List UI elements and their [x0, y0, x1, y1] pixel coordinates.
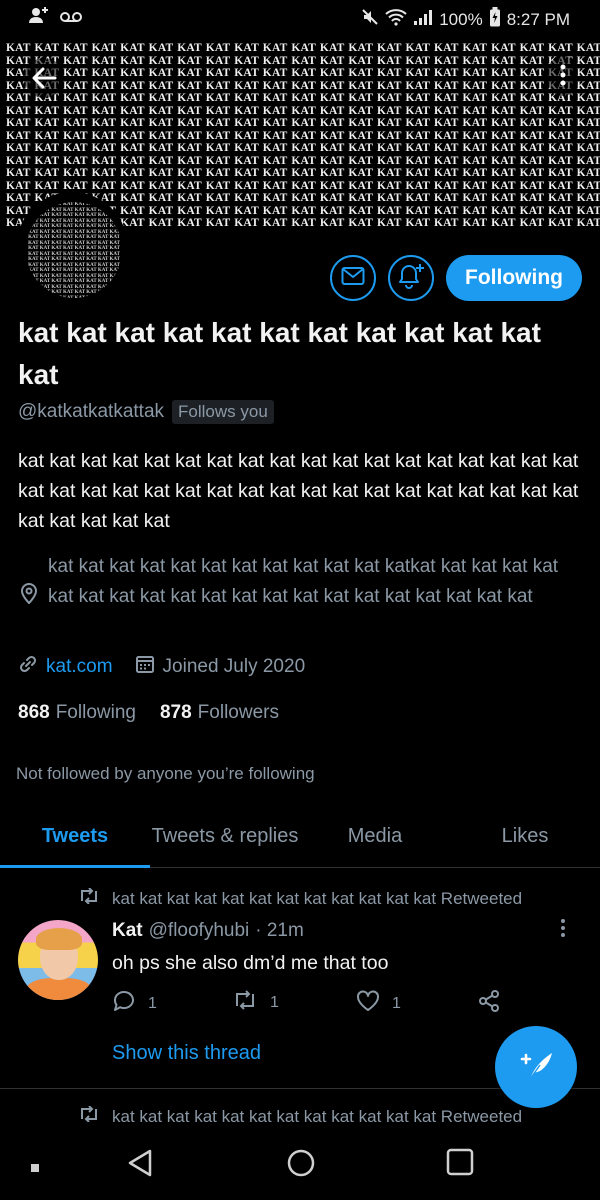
profile-bio: kat kat kat kat kat kat kat kat kat kat … — [18, 450, 579, 532]
follow-counts: 868 Following 878 Followers — [18, 702, 279, 724]
tweet-actions: 1 1 1 — [112, 990, 512, 1022]
tweet-author-avatar[interactable] — [18, 920, 98, 1000]
avatar-shirt — [26, 978, 92, 1000]
followers-count: 878 — [159, 702, 192, 723]
location-pin-icon — [20, 582, 38, 609]
triangle-back-icon — [126, 1149, 154, 1182]
reply-button[interactable]: 1 — [112, 990, 157, 1017]
tab-media[interactable]: Media — [300, 808, 450, 867]
signal-icon — [413, 8, 433, 31]
retweet-button[interactable]: 1 — [232, 990, 279, 1015]
retweet-icon — [232, 990, 258, 1015]
retweeted-by-text: kat kat kat kat kat kat kat kat kat kat … — [112, 888, 523, 908]
message-button[interactable] — [330, 255, 376, 301]
mail-icon — [341, 266, 365, 291]
tweet-author-handle: @floofyhubi — [148, 920, 250, 941]
battery-icon — [489, 7, 501, 32]
nav-home-button[interactable] — [286, 1148, 316, 1183]
tab-tweets-replies[interactable]: Tweets & replies — [150, 808, 300, 867]
bell-plus-icon — [396, 262, 426, 295]
nav-back-button[interactable] — [126, 1148, 154, 1183]
mute-icon — [361, 8, 379, 31]
retweet-indicator-2: kat kat kat kat kat kat kat kat kat kat … — [78, 1105, 523, 1127]
square-recents-icon — [446, 1148, 474, 1180]
followers-count-link[interactable]: 878 Followers — [160, 702, 279, 724]
clock: 8:27 PM — [506, 9, 570, 29]
retweet-count: 1 — [270, 993, 279, 1011]
profile-tabs: Tweets Tweets & replies Media Likes — [0, 808, 600, 868]
website-link[interactable]: kat.com — [46, 656, 113, 678]
compose-icon — [516, 1045, 556, 1090]
add-contact-icon — [28, 6, 50, 29]
profile-location: kat kat kat kat kat kat kat kat kat kat … — [18, 552, 588, 612]
retweet-icon — [78, 1105, 100, 1127]
more-options-button[interactable] — [548, 56, 578, 96]
location-text: kat kat kat kat kat kat kat kat kat kat … — [48, 556, 559, 607]
tab-tweets[interactable]: Tweets — [0, 808, 150, 868]
follows-you-badge: Follows you — [172, 400, 274, 424]
reply-icon — [112, 990, 136, 1017]
followers-label: Followers — [197, 702, 279, 723]
show-thread-link[interactable]: Show this thread — [112, 1042, 261, 1065]
retweeted-by-text-2: kat kat kat kat kat kat kat kat kat kat … — [112, 1106, 523, 1126]
tweet-text: oh ps she also dm’d me that too — [112, 952, 389, 974]
joined-date: Joined July 2020 — [162, 656, 306, 677]
share-icon — [478, 990, 500, 1017]
like-icon — [356, 990, 380, 1017]
calendar-icon — [135, 654, 155, 680]
retweet-indicator: kat kat kat kat kat kat kat kat kat kat … — [78, 887, 523, 909]
notifications-button[interactable] — [388, 255, 434, 301]
status-bar: 100% 8:27 PM — [0, 0, 600, 36]
display-name: kat kat kat kat kat kat kat kat kat kat … — [18, 317, 541, 390]
retweet-icon — [78, 887, 100, 909]
share-button[interactable] — [478, 990, 500, 1017]
reply-count: 1 — [148, 994, 157, 1012]
mutual-followers-note: Not followed by anyone you’re following — [16, 764, 315, 783]
following-count-link[interactable]: 868 Following — [18, 702, 136, 724]
nav-recents-button[interactable] — [446, 1148, 474, 1181]
tab-likes[interactable]: Likes — [450, 808, 600, 867]
like-button[interactable]: 1 — [356, 990, 401, 1017]
more-vertical-icon — [560, 62, 566, 92]
avatar-kat-pattern: KAT KAT KAT KAT KAT KAT KAT KAT KAT KAT … — [28, 202, 120, 298]
tweet-author-name[interactable]: Kat — [112, 920, 143, 942]
profile-meta: kat.com Joined July 2020 — [18, 654, 305, 680]
wifi-icon — [385, 8, 407, 31]
nav-dot-icon — [30, 1160, 40, 1178]
system-nav-bar — [0, 1130, 600, 1200]
voicemail-icon — [60, 8, 82, 28]
tweet-time: · 21m — [255, 920, 304, 941]
compose-tweet-button[interactable] — [495, 1026, 577, 1108]
more-vertical-icon — [560, 918, 566, 943]
handle: @katkatkatkattak — [18, 401, 165, 422]
tweet-more-button[interactable] — [560, 918, 566, 944]
back-button[interactable] — [24, 58, 64, 98]
following-count: 868 — [18, 702, 50, 723]
circle-home-icon — [286, 1149, 316, 1182]
handle-row: @katkatkatkattak Follows you — [18, 400, 274, 424]
back-arrow-icon — [31, 63, 57, 96]
battery-percent: 100% — [439, 9, 483, 29]
tweet-header: Kat @floofyhubi · 21m — [112, 920, 304, 942]
avatar-hair — [36, 928, 82, 950]
link-icon — [18, 654, 38, 680]
following-button[interactable]: Following — [446, 255, 582, 301]
like-count: 1 — [392, 994, 401, 1012]
profile-avatar[interactable]: KAT KAT KAT KAT KAT KAT KAT KAT KAT KAT … — [16, 192, 128, 304]
following-label: Following — [55, 702, 136, 723]
